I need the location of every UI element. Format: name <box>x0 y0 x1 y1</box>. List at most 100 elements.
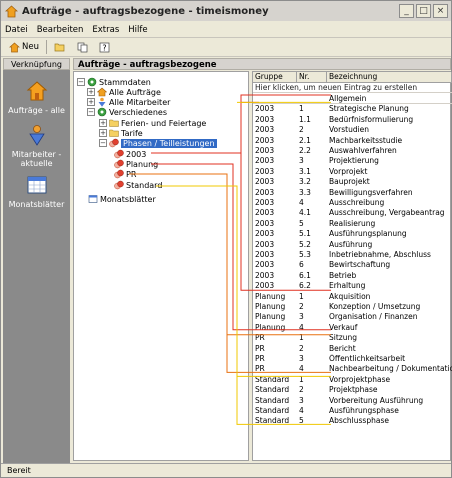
cell-gruppe: Planung <box>255 322 286 332</box>
table-row[interactable]: Standard 5 Abschlussphase <box>253 416 452 426</box>
cell-nr: 3 <box>299 156 304 166</box>
table-row[interactable]: Planung 1 Akquisition <box>253 292 452 302</box>
open-button[interactable] <box>50 40 70 55</box>
expand-icon[interactable]: + <box>99 129 107 137</box>
minimize-button[interactable]: _ <box>399 4 414 18</box>
person-icon <box>28 125 45 146</box>
table-row[interactable]: 2003 6.1 Betrieb <box>253 271 452 281</box>
cell-nr: 5 <box>299 416 304 426</box>
tree-node[interactable]: + Ferien- und Feiertage <box>99 118 206 128</box>
person-icon <box>98 97 106 107</box>
table-row[interactable]: 2003 6 Bewirtschaftung <box>253 260 452 270</box>
table-row[interactable]: Standard 4 Ausführungsphase <box>253 406 452 416</box>
tree-node[interactable]: + Alle Mitarbeiter <box>87 97 170 107</box>
table-row[interactable]: Allgemein <box>253 94 452 105</box>
tree-node-label: Phasen / Teilleistungen <box>121 138 217 148</box>
calendar-icon <box>27 176 46 194</box>
main-header: Aufträge - auftragsbezogene <box>73 58 451 70</box>
table-row[interactable]: PR 4 Nachbearbeitung / Dokumentation <box>253 364 452 374</box>
expand-icon[interactable]: + <box>87 88 95 96</box>
gear-icon <box>87 77 97 87</box>
table-row[interactable]: 2003 3.2 Bauprojekt <box>253 177 452 187</box>
tree-node[interactable]: − Verschiedenes <box>87 107 167 117</box>
table-row[interactable]: 2003 4 Ausschreibung <box>253 198 452 208</box>
tree-node[interactable]: Standard <box>114 180 162 190</box>
tree-node[interactable]: − Stammdaten <box>77 77 151 87</box>
column-header-nr[interactable]: Nr. <box>297 72 327 82</box>
column-header-bezeichnung[interactable]: Bezeichnung <box>327 72 452 82</box>
table-row[interactable]: 2003 5 Realisierung <box>253 219 452 229</box>
tree-node[interactable]: + Alle Aufträge <box>87 87 161 97</box>
table-row[interactable]: PR 3 Öffentlichkeitsarbeit <box>253 354 452 364</box>
expand-icon[interactable]: + <box>99 119 107 127</box>
table-row[interactable]: 2003 3 Projektierung <box>253 156 452 166</box>
tree-node[interactable]: PR <box>114 169 136 179</box>
cell-nr <box>297 94 327 103</box>
cell-bezeichnung: Realisierung <box>329 218 376 228</box>
table-row[interactable]: 2003 2.1 Machbarkeitsstudie <box>253 136 452 146</box>
collapse-icon[interactable]: − <box>77 78 85 86</box>
cell-nr: 3.1 <box>299 166 311 176</box>
table-row[interactable]: 2003 1.1 Bedürfnisformulierung <box>253 115 452 125</box>
copy-button[interactable] <box>73 40 92 55</box>
table-row[interactable]: 2003 2 Vorstudien <box>253 125 452 135</box>
folder-open-icon <box>54 43 65 51</box>
toolbar: Neu ? <box>1 38 451 57</box>
tree-node[interactable]: 2003 <box>114 149 146 159</box>
table-row[interactable]: Planung 2 Konzeption / Umsetzung <box>253 302 452 312</box>
expand-icon[interactable]: + <box>87 98 95 106</box>
house-icon <box>26 81 47 101</box>
tree-node[interactable]: − Phasen / Teilleistungen <box>99 138 217 148</box>
maximize-button[interactable]: □ <box>416 4 431 18</box>
cell-bezeichnung: Strategische Planung <box>329 104 409 114</box>
table-row[interactable]: 2003 5.3 Inbetriebnahme, Abschluss <box>253 250 452 260</box>
nav-item-label: Aufträge - alle <box>8 106 65 115</box>
nav-item-monatsblaetter[interactable]: Monatsblätter <box>3 174 70 209</box>
tree-node[interactable]: Planung <box>114 159 158 169</box>
close-button[interactable]: × <box>433 4 448 18</box>
cell-nr: 6.2 <box>299 281 311 291</box>
status-bar: Bereit <box>1 463 451 477</box>
tree-node[interactable]: + Tarife <box>99 128 143 138</box>
tree-node-label: Alle Aufträge <box>109 87 161 97</box>
table-row[interactable]: 2003 5.1 Ausführungsplanung <box>253 229 452 239</box>
collapse-icon[interactable]: − <box>87 108 95 116</box>
table-row[interactable]: 2003 1 Strategische Planung <box>253 104 452 114</box>
menu-datei[interactable]: Datei <box>5 25 28 35</box>
shortcut-panel-header[interactable]: Verknüpfung <box>3 58 70 70</box>
nav-item-auftraege-alle[interactable]: Aufträge - alle <box>3 80 70 115</box>
menu-extras[interactable]: Extras <box>92 25 119 35</box>
table-row[interactable]: Standard 3 Vorbereitung Ausführung <box>253 396 452 406</box>
table-row[interactable]: 2003 2.2 Auswahlverfahren <box>253 146 452 156</box>
nav-item-mitarbeiter-aktuelle[interactable]: Mitarbeiter - aktuelle <box>3 124 70 168</box>
cell-bezeichnung: Inbetriebnahme, Abschluss <box>329 250 431 259</box>
table-row[interactable]: PR 2 Bericht <box>253 344 452 354</box>
new-button[interactable]: Neu <box>5 40 43 55</box>
table-row[interactable]: Standard 1 Vorprojektphase <box>253 375 452 385</box>
table-row[interactable]: 2003 3.3 Bewilligungsverfahren <box>253 188 452 198</box>
cell-gruppe: 2003 <box>255 166 275 176</box>
cell-bezeichnung: Ausführung <box>329 239 373 249</box>
menu-bearbeiten[interactable]: Bearbeiten <box>37 25 84 35</box>
cell-gruppe: 2003 <box>255 104 275 114</box>
column-header-gruppe[interactable]: Gruppe <box>253 72 297 82</box>
menu-hilfe[interactable]: Hilfe <box>128 25 147 35</box>
table-row[interactable]: 2003 4.1 Ausschreibung, Vergabeantrag <box>253 208 452 218</box>
tree-node[interactable]: Monatsblätter <box>88 194 156 204</box>
shortcut-panel-body: Aufträge - alle Mitarbeiter - aktuelle M… <box>3 70 70 463</box>
cell-nr: 4 <box>299 364 304 374</box>
table-row[interactable]: Standard 2 Projektphase <box>253 385 452 395</box>
cell-gruppe: 2003 <box>255 135 275 145</box>
table-row[interactable]: PR 1 Sitzung <box>253 333 452 343</box>
table-row[interactable]: Planung 3 Organisation / Finanzen <box>253 312 452 322</box>
help-button[interactable]: ? <box>95 40 114 55</box>
phase-grid: Gruppe Nr. Bezeichnung Hier klicken, um … <box>252 71 452 461</box>
table-row[interactable]: Planung 4 Verkauf <box>253 323 452 333</box>
new-row-hint[interactable]: Hier klicken, um neuen Eintrag zu erstel… <box>253 83 452 93</box>
table-row[interactable]: 2003 5.2 Ausführung <box>253 240 452 250</box>
table-row[interactable]: 2003 3.1 Vorprojekt <box>253 167 452 177</box>
collapse-icon[interactable]: − <box>99 139 107 147</box>
cell-bezeichnung: Vorstudien <box>329 125 370 135</box>
cell-bezeichnung: Konzeption / Umsetzung <box>329 302 421 311</box>
table-row[interactable]: 2003 6.2 Erhaltung <box>253 281 452 291</box>
